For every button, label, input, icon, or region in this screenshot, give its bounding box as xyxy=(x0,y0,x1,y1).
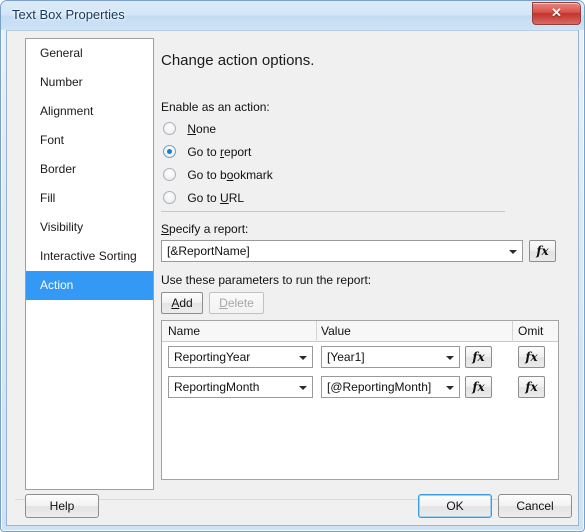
parameter-value-value: [@ReportingMonth] xyxy=(327,380,432,394)
parameter-value-expression-button[interactable]: fx xyxy=(465,376,492,398)
sidebar-item-fill[interactable]: Fill xyxy=(26,184,153,213)
enable-as-action-label: Enable as an action: xyxy=(161,100,270,114)
sidebar-item-alignment[interactable]: Alignment xyxy=(26,97,153,126)
label-rest: pecify a report: xyxy=(169,222,249,236)
title-bar: Text Box Properties ✕ xyxy=(1,1,584,30)
parameter-name-combobox[interactable]: ReportingYear xyxy=(168,346,313,368)
sidebar-item-general[interactable]: General xyxy=(26,39,153,68)
close-icon: ✕ xyxy=(551,5,562,20)
radio-go-to-bookmark-label: Go to bookmark xyxy=(187,168,272,182)
fx-expression-icon: fx xyxy=(536,244,549,258)
specify-report-label: Specify a report: xyxy=(161,222,248,236)
parameter-omit-expression-button[interactable]: fx xyxy=(518,346,545,368)
label-rest: elete xyxy=(227,296,254,310)
chevron-down-icon[interactable] xyxy=(299,356,307,360)
dialog-client-area: General Number Alignment Font Border Fil… xyxy=(6,30,579,526)
radio-none-label: None xyxy=(187,122,216,136)
text-box-properties-dialog: Text Box Properties ✕ General Number Ali… xyxy=(0,0,585,532)
column-header-value: Value xyxy=(321,324,351,338)
sidebar-item-visibility[interactable]: Visibility xyxy=(26,213,153,242)
parameter-omit-expression-button[interactable]: fx xyxy=(518,376,545,398)
sidebar-item-font[interactable]: Font xyxy=(26,126,153,155)
parameter-name-value: ReportingMonth xyxy=(174,380,260,394)
ok-button[interactable]: OK xyxy=(418,494,492,518)
label-rest: one xyxy=(196,122,217,136)
parameter-value-value: [Year1] xyxy=(327,350,365,364)
add-parameter-button[interactable]: Add xyxy=(161,292,203,314)
chevron-down-icon[interactable] xyxy=(446,386,454,390)
page-title: Change action options. xyxy=(161,52,315,69)
mnemonic-letter: D xyxy=(219,296,228,310)
fx-expression-icon: fx xyxy=(472,380,485,394)
label-rest: okmark xyxy=(233,168,273,182)
table-row: ReportingYear [Year1] fx fx xyxy=(162,344,558,372)
report-expression-button[interactable]: fx xyxy=(529,240,556,262)
sidebar-item-border[interactable]: Border xyxy=(26,155,153,184)
action-settings-pane: Change action options. Enable as an acti… xyxy=(157,38,567,490)
label-pre: Go to b xyxy=(187,168,227,182)
parameter-value-combobox[interactable]: [@ReportingMonth] xyxy=(321,376,460,398)
chevron-down-icon[interactable] xyxy=(299,386,307,390)
section-divider xyxy=(161,211,505,212)
chevron-down-icon[interactable] xyxy=(509,250,517,254)
parameter-name-combobox[interactable]: ReportingMonth xyxy=(168,376,313,398)
radio-go-to-report[interactable]: Go to report xyxy=(163,141,251,163)
cancel-button[interactable]: Cancel xyxy=(498,494,572,518)
radio-go-to-report-label: Go to report xyxy=(187,145,251,159)
table-row: ReportingMonth [@ReportingMonth] fx fx xyxy=(162,374,558,402)
label-rest: dd xyxy=(179,296,193,310)
close-button[interactable]: ✕ xyxy=(532,2,581,25)
radio-none[interactable]: None xyxy=(163,118,216,140)
mnemonic-letter: U xyxy=(220,191,229,205)
parameters-label: Use these parameters to run the report: xyxy=(161,273,372,287)
column-divider xyxy=(512,321,513,342)
sidebar-item-number[interactable]: Number xyxy=(26,68,153,97)
label-pre: Go to xyxy=(187,145,221,159)
report-combobox-value: [&ReportName] xyxy=(167,244,250,258)
label-rest: RL xyxy=(228,191,245,205)
parameter-value-expression-button[interactable]: fx xyxy=(465,346,492,368)
grid-header-row: Name Value Omit xyxy=(162,321,558,342)
radio-go-to-bookmark[interactable]: Go to bookmark xyxy=(163,164,273,186)
radio-indicator-icon xyxy=(163,145,176,158)
fx-expression-icon: fx xyxy=(525,380,538,394)
help-button[interactable]: Help xyxy=(25,494,99,518)
parameter-name-value: ReportingYear xyxy=(174,350,251,364)
radio-go-to-url[interactable]: Go to URL xyxy=(163,187,244,209)
label-rest: eport xyxy=(224,145,252,159)
sidebar-item-action[interactable]: Action xyxy=(26,271,153,300)
column-header-omit: Omit xyxy=(518,324,544,338)
mnemonic-letter: N xyxy=(187,122,197,136)
parameter-value-combobox[interactable]: [Year1] xyxy=(321,346,460,368)
category-list[interactable]: General Number Alignment Font Border Fil… xyxy=(25,38,154,490)
sidebar-item-interactive-sorting[interactable]: Interactive Sorting xyxy=(26,242,153,271)
radio-indicator-icon xyxy=(163,168,176,181)
chevron-down-icon[interactable] xyxy=(446,356,454,360)
column-divider xyxy=(316,321,317,342)
radio-indicator-icon xyxy=(163,191,176,204)
parameters-grid: Name Value Omit ReportingYear [Year1] fx… xyxy=(161,320,559,480)
fx-expression-icon: fx xyxy=(472,350,485,364)
label-pre: Go to xyxy=(187,191,221,205)
fx-expression-icon: fx xyxy=(525,350,538,364)
radio-indicator-icon xyxy=(163,122,176,135)
delete-parameter-button[interactable]: Delete xyxy=(209,292,264,314)
report-combobox[interactable]: [&ReportName] xyxy=(161,240,523,262)
radio-go-to-url-label: Go to URL xyxy=(187,191,244,205)
window-title: Text Box Properties xyxy=(12,7,125,22)
mnemonic-letter: S xyxy=(161,222,170,236)
column-header-name: Name xyxy=(168,324,201,338)
